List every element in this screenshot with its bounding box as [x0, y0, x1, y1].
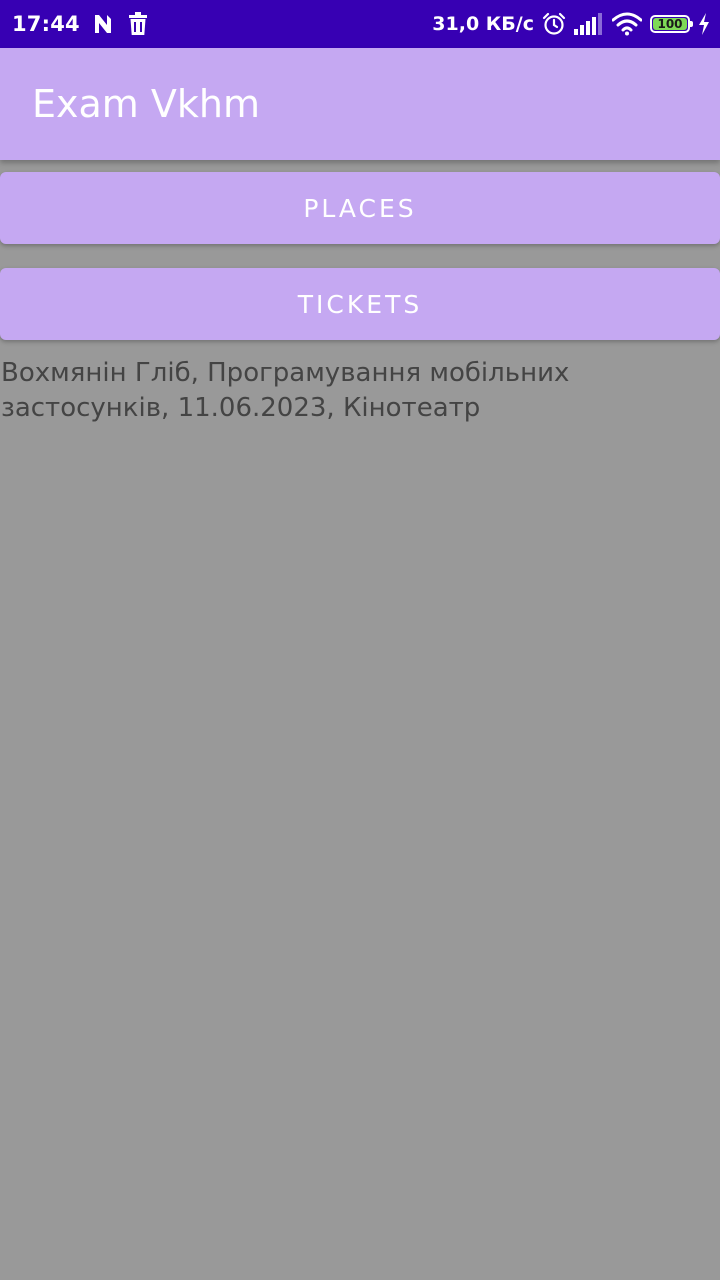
- signal-icon: [574, 13, 602, 35]
- n-notification-icon: [92, 12, 116, 36]
- places-button[interactable]: PLACES: [0, 172, 720, 244]
- battery-level: 100: [657, 17, 683, 31]
- status-time: 17:44: [12, 12, 80, 36]
- wifi-icon: [612, 12, 642, 36]
- battery-icon: 100: [650, 15, 693, 33]
- trash-icon: [128, 12, 148, 36]
- app-title: Exam Vkhm: [32, 82, 260, 126]
- alarm-icon: [542, 12, 566, 36]
- network-speed: 31,0 КБ/с: [432, 13, 534, 35]
- status-bar: 17:44 31,0 КБ/с 100: [0, 0, 720, 48]
- tickets-button[interactable]: TICKETS: [0, 268, 720, 340]
- app-bar: Exam Vkhm: [0, 48, 720, 160]
- charging-icon: [698, 13, 710, 35]
- info-text: Вохмянін Гліб, Програмування мобільних з…: [1, 358, 570, 423]
